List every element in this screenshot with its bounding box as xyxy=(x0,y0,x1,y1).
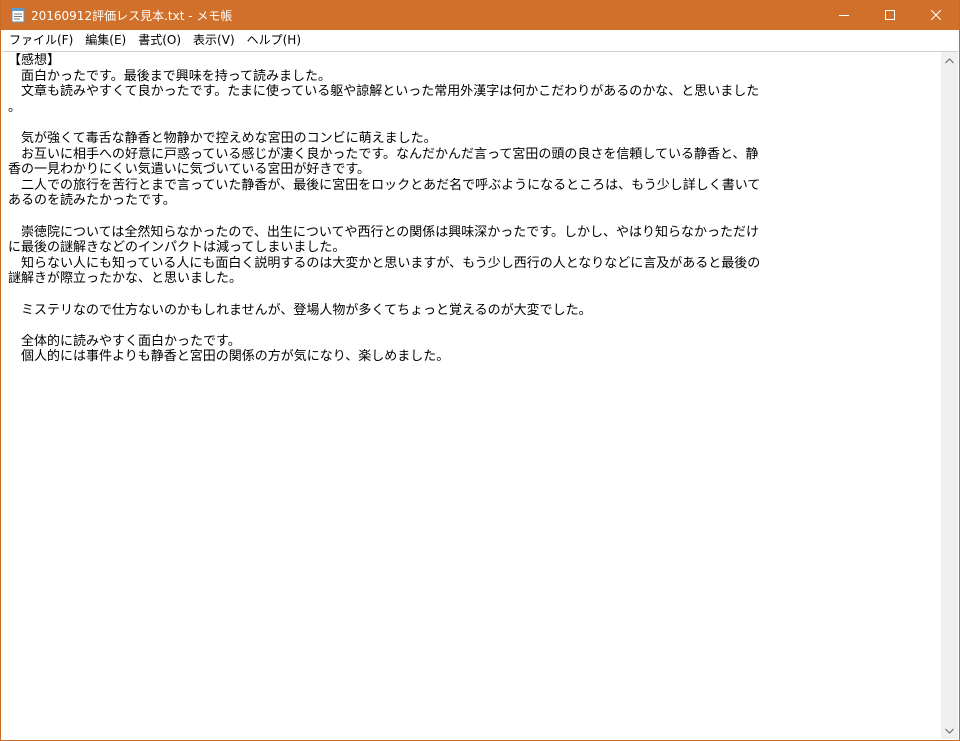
text-line: 二人での旅行を苦行とまで言っていた静香が、最後に宮田をロックとあだ名で呼ぶように… xyxy=(8,177,761,193)
close-button[interactable] xyxy=(913,0,959,30)
text-line: に最後の謎解きなどのインパクトは減ってしまいました。 xyxy=(8,240,346,256)
text-line: お互いに相手への好意に戸惑っている感じが凄く良かったです。なんだかんだ言って宮田… xyxy=(8,146,759,162)
text-line xyxy=(8,318,937,334)
text-line: 面白かったです。最後まで興味を持って読みました。 xyxy=(8,68,332,84)
menu-file[interactable]: ファイル(F) xyxy=(3,30,79,50)
maximize-button[interactable] xyxy=(867,0,913,30)
scroll-up-arrow-icon xyxy=(945,57,954,63)
text-line xyxy=(8,287,937,303)
menu-edit[interactable]: 編集(E) xyxy=(79,30,132,50)
text-line: 香の一見わかりにくい気遣いに気づいている宮田が好きです。 xyxy=(8,162,371,178)
menu-bar: ファイル(F) 編集(E) 書式(O) 表示(V) ヘルプ(H) xyxy=(1,30,959,50)
text-line xyxy=(8,209,937,225)
text-line: 文章も読みやすくて良かったです。たまに使っている躯や諒解といった常用外漢字は何か… xyxy=(8,84,760,100)
text-line: 知らない人にも知っている人にも面白く説明するのは大変かと思いますが、もう少し西行… xyxy=(8,255,761,271)
text-editor[interactable]: 【感想】 面白かったです。最後まで興味を持って読みました。 文章も読みやすくて良… xyxy=(2,52,941,739)
minimize-button[interactable] xyxy=(821,0,867,30)
text-line: 謎解きが際立ったかな、と思いました。 xyxy=(8,271,243,287)
vertical-scrollbar[interactable] xyxy=(941,52,958,739)
text-line: 全体的に読みやすく面白かったです。 xyxy=(8,333,241,349)
minimize-icon xyxy=(839,15,849,16)
menu-format[interactable]: 書式(O) xyxy=(132,30,187,50)
window-title: 20160912評価レス見本.txt - メモ帳 xyxy=(31,8,233,23)
text-line: 。 xyxy=(8,99,22,115)
text-line: ミステリなので仕方ないのかもしれませんが、登場人物が多くてちょっと覚えるのが大変… xyxy=(8,302,592,318)
scroll-down-arrow-icon xyxy=(945,728,954,734)
notepad-window: 20160912評価レス見本.txt - メモ帳 ファイル(F) 編集(E) 書… xyxy=(0,0,960,741)
maximize-icon xyxy=(885,10,895,20)
title-bar[interactable]: 20160912評価レス見本.txt - メモ帳 xyxy=(1,0,959,30)
close-icon xyxy=(931,10,941,20)
text-line xyxy=(8,115,937,131)
scroll-up-button[interactable] xyxy=(941,52,958,69)
text-line: 【感想】 xyxy=(8,53,61,68)
menu-view[interactable]: 表示(V) xyxy=(187,30,241,50)
menu-help[interactable]: ヘルプ(H) xyxy=(241,30,307,50)
text-line: 気が強くて毒舌な静香と物静かで控えめな宮田のコンビに萌えました。 xyxy=(8,130,437,146)
editor-area: 【感想】 面白かったです。最後まで興味を持って読みました。 文章も読みやすくて良… xyxy=(2,51,958,739)
text-line: 崇徳院については全然知らなかったので、出生についてや西行との関係は興味深かったで… xyxy=(8,224,760,240)
notepad-icon[interactable] xyxy=(11,7,25,23)
scroll-down-button[interactable] xyxy=(941,722,958,739)
text-line: あるのを読みたかったです。 xyxy=(8,193,176,209)
window-controls xyxy=(821,0,959,30)
text-line: 個人的には事件よりも静香と宮田の関係の方が気になり、楽しめました。 xyxy=(8,349,450,365)
